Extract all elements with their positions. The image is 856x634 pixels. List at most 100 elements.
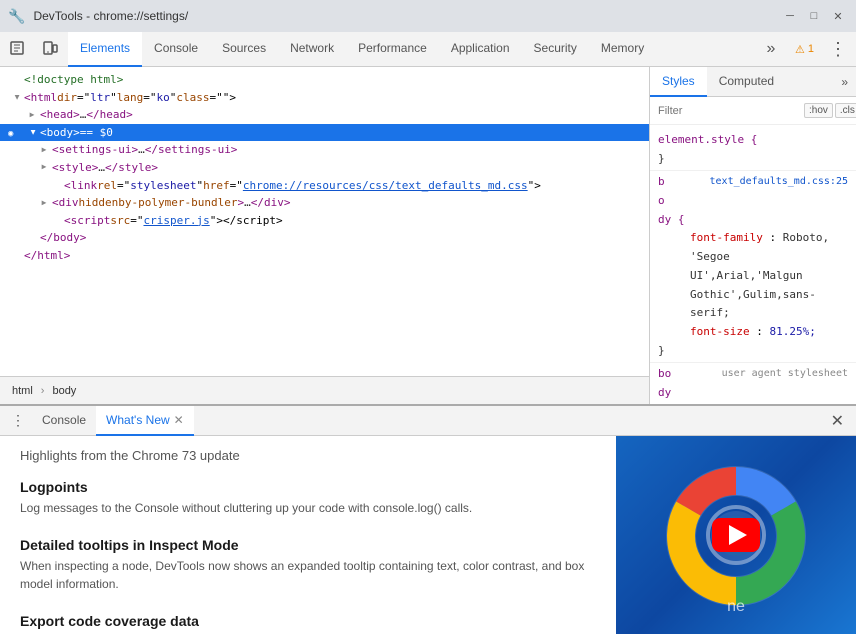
- tab-performance-label: Performance: [358, 41, 427, 55]
- script-eq: =": [130, 212, 143, 230]
- filter-bar: :hov .cls +: [650, 97, 856, 125]
- top-nav: Elements Console Sources Network Perform…: [0, 32, 856, 67]
- nav-more-group: » ⚠ 1 ⋮: [757, 35, 852, 63]
- html-attr-lang: lang: [117, 89, 144, 107]
- css-val-font-size: 81.25%;: [769, 325, 815, 338]
- play-button[interactable]: [712, 518, 760, 552]
- html-eq3c: ">: [223, 89, 236, 107]
- html-content[interactable]: <!doctype html> ▶ <html dir="ltr" lang="…: [0, 67, 649, 376]
- breadcrumb-html[interactable]: html: [8, 383, 37, 399]
- css-source-text-defaults[interactable]: text_defaults_md.css:25: [710, 173, 848, 190]
- css-selector-dy: dy {: [658, 213, 685, 226]
- tab-whats-new[interactable]: What's New ✕: [96, 406, 194, 436]
- cls-pseudo-button[interactable]: .cls: [835, 103, 856, 118]
- tab-performance[interactable]: Performance: [346, 32, 439, 67]
- tab-application[interactable]: Application: [439, 32, 522, 67]
- hov-pseudo-button[interactable]: :hov: [804, 103, 833, 118]
- html-eq2c: ": [170, 89, 177, 107]
- whats-new-content[interactable]: Highlights from the Chrome 73 update Log…: [0, 436, 616, 634]
- div-tag-end: >: [237, 194, 244, 212]
- tab-console-bottom[interactable]: Console: [32, 406, 96, 436]
- triangle-html: ▶: [10, 95, 23, 100]
- gutter-settings-ui[interactable]: ▶: [36, 144, 52, 157]
- html-line-html-close: </html>: [0, 247, 649, 265]
- gutter-style[interactable]: ▶: [36, 161, 52, 174]
- script-attr-src: src: [110, 212, 130, 230]
- styles-tab[interactable]: Styles: [650, 67, 707, 97]
- body-tag-open: <body>: [40, 124, 80, 142]
- computed-tab[interactable]: Computed: [707, 67, 786, 97]
- tab-network[interactable]: Network: [278, 32, 346, 67]
- inspect-element-button[interactable]: [4, 35, 32, 63]
- whats-new-panel: Highlights from the Chrome 73 update Log…: [0, 436, 856, 634]
- bottom-area: ⋮ Console What's New ✕ ✕ Highlights from…: [0, 404, 856, 634]
- link-eq2c: ">: [528, 177, 541, 195]
- gutter-body[interactable]: ▶: [24, 126, 40, 139]
- dom-indicator: ◉: [8, 124, 24, 142]
- link-attr-href-val[interactable]: chrome://resources/css/text_defaults_md.…: [243, 177, 528, 195]
- tab-security[interactable]: Security: [522, 32, 589, 67]
- tab-memory[interactable]: Memory: [589, 32, 656, 67]
- html-line-settings-ui: ▶ <settings-ui> … </settings-ui>: [0, 141, 649, 159]
- html-panel: <!doctype html> ▶ <html dir="ltr" lang="…: [0, 67, 650, 404]
- doctype-text: <!doctype html>: [24, 71, 123, 89]
- triangle-body: ▶: [26, 130, 39, 135]
- tab-application-label: Application: [451, 41, 510, 55]
- css-val-font-family-4: Gothic',Gulim,sans-: [690, 288, 816, 301]
- tab-whats-new-close[interactable]: ✕: [174, 413, 184, 427]
- html-line-div-hidden: ▶ <div hidden by-polymer-bundler > … </d…: [0, 194, 649, 212]
- gutter-div[interactable]: ▶: [36, 197, 52, 210]
- bottom-tab-menu-button[interactable]: ⋮: [4, 407, 32, 435]
- styles-more-button[interactable]: »: [833, 75, 856, 89]
- style-close: </style>: [105, 159, 158, 177]
- triangle-head: ▶: [30, 109, 35, 122]
- styles-tab-label: Styles: [662, 74, 695, 88]
- html-eq2: =": [143, 89, 156, 107]
- minimize-button[interactable]: ─: [780, 6, 800, 26]
- html-eq3: =": [210, 89, 223, 107]
- div-hidden-tag: <div: [52, 194, 79, 212]
- css-rule-text-defaults: b text_defaults_md.css:25 o dy { font-fa…: [650, 171, 856, 363]
- close-button[interactable]: ✕: [828, 6, 848, 26]
- gutter-head[interactable]: ▶: [24, 109, 40, 122]
- tab-network-label: Network: [290, 41, 334, 55]
- html-line-doctype: <!doctype html>: [0, 71, 649, 89]
- html-line-body-close: </body>: [0, 229, 649, 247]
- filter-input[interactable]: [658, 105, 800, 117]
- tab-sources[interactable]: Sources: [210, 32, 278, 67]
- css-colon-1: :: [769, 231, 782, 244]
- gutter-html[interactable]: ▶: [8, 91, 24, 104]
- css-content[interactable]: element.style { } b text_defaults_md.css…: [650, 125, 856, 404]
- script-eq-c: "></script>: [210, 212, 283, 230]
- html-line-style: ▶ <style> … </style>: [0, 159, 649, 177]
- breadcrumb: html › body: [0, 376, 649, 404]
- body-pseudo: == $0: [80, 124, 113, 142]
- styles-tabs: Styles Computed »: [650, 67, 856, 97]
- tab-memory-label: Memory: [601, 41, 644, 55]
- close-bottom-panel-button[interactable]: ✕: [823, 411, 852, 431]
- script-src-val[interactable]: crisper.js: [143, 212, 209, 230]
- warning-badge[interactable]: ⚠ 1: [789, 41, 820, 58]
- css-val-font-family-5: serif;: [690, 306, 730, 319]
- css-selector-b: b: [658, 175, 665, 188]
- maximize-button[interactable]: □: [804, 6, 824, 26]
- html-tag-open: <html: [24, 89, 57, 107]
- whats-new-video[interactable]: ne: [616, 436, 856, 634]
- css-prop-font-family: font-family: [674, 231, 763, 244]
- div-attr-bundler: by-polymer-bundler: [118, 194, 237, 212]
- div-attr-hidden: hidden: [79, 194, 119, 212]
- more-tabs-button[interactable]: »: [757, 35, 785, 63]
- tab-elements-label: Elements: [80, 41, 130, 55]
- tab-elements[interactable]: Elements: [68, 32, 142, 67]
- link-eq1c: ": [196, 177, 203, 195]
- settings-button[interactable]: ⋮: [824, 35, 852, 63]
- breadcrumb-body[interactable]: body: [48, 383, 80, 399]
- video-overlay: [616, 436, 856, 634]
- tab-console-bottom-label: Console: [42, 413, 86, 427]
- html-line-body[interactable]: ◉ ▶ <body> == $0: [0, 124, 649, 142]
- feature-logpoints-desc: Log messages to the Console without clut…: [20, 499, 596, 517]
- tab-console[interactable]: Console: [142, 32, 210, 67]
- html-eq1c: ": [110, 89, 117, 107]
- device-toolbar-button[interactable]: [36, 35, 64, 63]
- feature-coverage: Export code coverage data The Coverage t…: [20, 613, 596, 634]
